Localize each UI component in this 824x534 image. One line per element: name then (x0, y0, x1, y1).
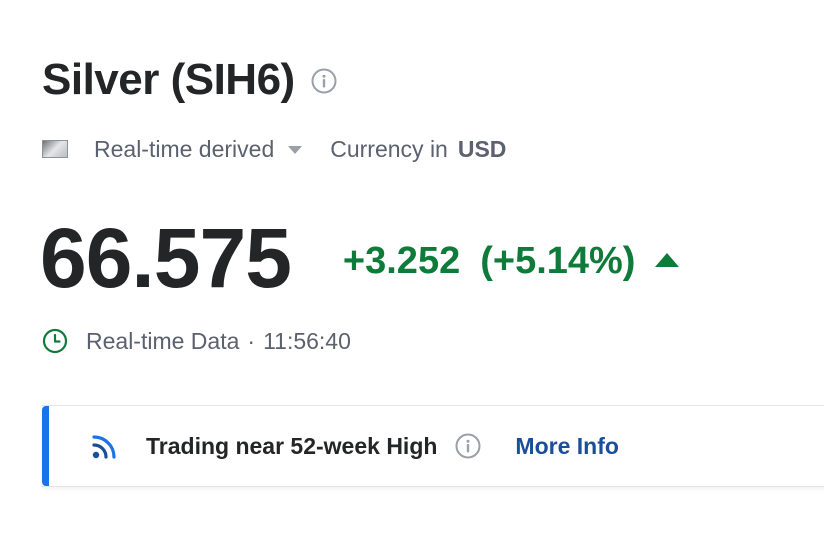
price-row: 66.575 +3.252 (+5.14%) (40, 208, 680, 308)
realtime-label: Real-time derived (94, 135, 275, 162)
alert-banner: Trading near 52-week High More Info (42, 405, 824, 487)
quote-header: Silver (SIH6) Real-time derived Currency… (0, 0, 824, 534)
last-price: 66.575 (40, 211, 292, 305)
meta-row: Real-time derived Currency in USD (42, 132, 506, 166)
price-change: +3.252 (+5.14%) (343, 240, 680, 283)
banner-text: Trading near 52-week High (146, 432, 438, 459)
currency-code: USD (457, 135, 507, 162)
clock-icon (42, 328, 68, 354)
banner-info-icon[interactable] (455, 433, 481, 459)
change-value: +3.252 (342, 239, 461, 282)
status-time: 11:56:40 (263, 327, 351, 354)
status-label: Real-time Data (86, 327, 240, 354)
flag-icon (42, 140, 68, 158)
banner-accent (42, 406, 49, 486)
chevron-down-icon (288, 146, 303, 154)
realtime-dropdown[interactable]: Real-time derived (94, 135, 303, 163)
arrow-up-icon (655, 253, 680, 267)
status-separator: · (247, 327, 256, 354)
title-row: Silver (SIH6) (42, 52, 337, 108)
change-percent: (+5.14%) (480, 239, 636, 282)
info-icon[interactable] (311, 68, 337, 94)
signal-icon (92, 435, 116, 459)
more-info-link[interactable]: More Info (515, 433, 619, 460)
currency-label: Currency in (330, 135, 448, 162)
realtime-status: Real-time Data · 11:56:40 (42, 324, 351, 358)
page-title: Silver (SIH6) (42, 55, 295, 104)
